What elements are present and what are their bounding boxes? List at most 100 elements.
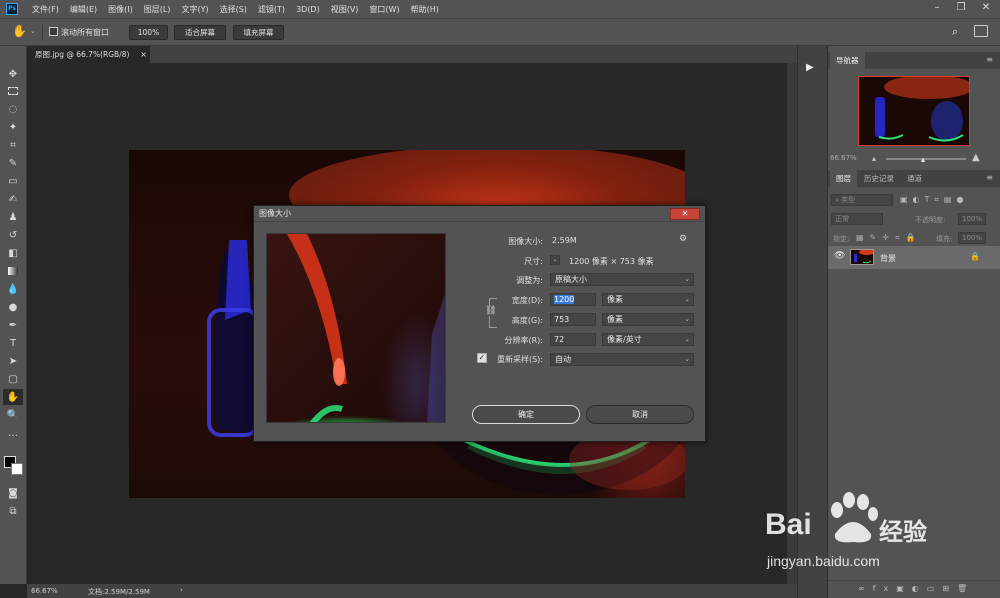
menu-3d[interactable]: 3D(D): [296, 5, 320, 14]
width-unit-select[interactable]: 像素 ⌄: [602, 293, 694, 306]
navigator-thumbnail[interactable]: [858, 75, 974, 146]
workspace-icon[interactable]: [974, 25, 988, 37]
menu-select[interactable]: 选择(S): [220, 4, 247, 15]
tab-navigator[interactable]: 导航器: [830, 52, 865, 69]
blur-tool-icon[interactable]: 💧: [3, 281, 23, 297]
layer-row[interactable]: 👁 背景 🔒: [828, 246, 1000, 269]
hand-tool-icon[interactable]: ✋: [3, 389, 23, 405]
layer-filter-select[interactable]: ⌕ 类型: [831, 194, 893, 206]
status-menu-arrow[interactable]: ›: [180, 586, 183, 594]
settings-gear-icon[interactable]: ⚙: [679, 234, 687, 244]
healing-brush-tool-icon[interactable]: ▭: [3, 173, 23, 189]
menu-image[interactable]: 图像(I): [108, 4, 133, 15]
menu-filter[interactable]: 滤镜(T): [258, 4, 285, 15]
resample-label: 重新采样(S):: [496, 355, 543, 364]
clone-stamp-tool-icon[interactable]: ♟: [3, 209, 23, 225]
cancel-button[interactable]: 取消: [586, 405, 694, 424]
close-tab-icon[interactable]: ×: [140, 46, 147, 63]
watermark-url: jingyan.baidu.com: [767, 553, 880, 569]
crop-tool-icon[interactable]: ⌗: [3, 137, 23, 153]
resolution-input[interactable]: 72: [550, 333, 596, 346]
scroll-all-windows-checkbox[interactable]: [49, 27, 58, 36]
fit-to-select[interactable]: 原稿大小 ⌄: [550, 273, 694, 286]
navigator-zoom[interactable]: 66.67%: [830, 154, 857, 162]
dialog-preview[interactable]: [266, 233, 446, 423]
zoom-out-icon[interactable]: ▴: [872, 154, 876, 163]
height-unit-select[interactable]: 像素 ⌄: [602, 313, 694, 326]
tab-channels[interactable]: 通道: [901, 170, 928, 187]
hand-tool-preset-icon[interactable]: ✋: [12, 24, 27, 38]
pen-tool-icon[interactable]: ✒: [3, 317, 23, 333]
navigator-zoom-slider[interactable]: [886, 158, 966, 160]
eraser-tool-icon[interactable]: ◧: [3, 245, 23, 261]
menu-view[interactable]: 视图(V): [331, 4, 359, 15]
minimize-icon[interactable]: –: [926, 0, 948, 18]
menu-window[interactable]: 窗口(W): [369, 4, 399, 15]
quick-mask-icon[interactable]: ◙: [3, 485, 23, 501]
lock-icons[interactable]: ▦✎✛⌗🔒: [856, 233, 921, 243]
magic-wand-tool-icon[interactable]: ✦: [3, 119, 23, 135]
menu-type[interactable]: 文字(Y): [181, 4, 208, 15]
opacity-field[interactable]: 100%: [958, 213, 986, 225]
dimensions-label: 尺寸:: [524, 257, 543, 266]
layer-name[interactable]: 背景: [880, 253, 896, 264]
blend-mode-select[interactable]: 正常: [831, 213, 883, 225]
fill-label: 填充:: [936, 235, 953, 243]
ok-button[interactable]: 确定: [472, 405, 580, 424]
brush-tool-icon[interactable]: ✍: [3, 191, 23, 207]
menu-edit[interactable]: 编辑(E): [70, 4, 97, 15]
menu-file[interactable]: 文件(F): [32, 4, 59, 15]
divider: [42, 25, 43, 41]
zoom-readout[interactable]: 66.67%: [31, 587, 58, 595]
visibility-eye-icon[interactable]: 👁: [834, 251, 845, 261]
play-icon[interactable]: ▶: [806, 62, 814, 73]
fill-screen-button[interactable]: 填充屏幕: [233, 25, 284, 40]
rectangle-tool-icon[interactable]: ▢: [3, 371, 23, 387]
zoom-tool-icon[interactable]: 🔍: [3, 407, 23, 423]
dimensions-unit-dropdown[interactable]: ⌄: [550, 255, 560, 265]
menu-layer[interactable]: 图层(L): [144, 4, 171, 15]
type-tool-icon[interactable]: T: [3, 335, 23, 351]
search-icon[interactable]: ⌕: [952, 25, 958, 39]
gradient-tool-icon[interactable]: [3, 263, 23, 279]
document-tab[interactable]: 原图.jpg @ 66.7%(RGB/8) ×: [27, 46, 150, 63]
opacity-label: 不透明度:: [915, 216, 946, 224]
panel-menu-icon[interactable]: ≡: [986, 55, 993, 64]
chevron-down-icon[interactable]: ⌄: [30, 27, 36, 35]
layer-filter-icons[interactable]: ▣◐T⌗▤●: [900, 195, 968, 205]
watermark-brand-left: Bai: [765, 508, 812, 541]
lasso-tool-icon[interactable]: ◌: [3, 101, 23, 117]
eyedropper-tool-icon[interactable]: ✎: [3, 155, 23, 171]
tab-layers[interactable]: 图层: [830, 170, 857, 187]
history-brush-tool-icon[interactable]: ↺: [3, 227, 23, 243]
dialog-close-button[interactable]: ✕: [670, 208, 700, 220]
dodge-tool-icon[interactable]: ●: [3, 299, 23, 315]
layers-menu-icon[interactable]: ≡: [986, 173, 993, 182]
tab-history[interactable]: 历史记录: [858, 170, 900, 187]
marquee-tool-icon[interactable]: [3, 83, 23, 99]
path-selection-tool-icon[interactable]: ➤: [3, 353, 23, 369]
resample-checkbox[interactable]: ✓: [477, 353, 487, 363]
zoom-in-icon[interactable]: ▲: [972, 152, 980, 163]
more-tools-icon[interactable]: …: [3, 425, 23, 441]
slider-thumb[interactable]: ▴: [921, 155, 925, 164]
width-input[interactable]: 1200: [550, 293, 596, 306]
resolution-unit-select[interactable]: 像素/英寸 ⌄: [602, 333, 694, 346]
image-size-value: 2.59M: [552, 236, 577, 245]
fit-screen-button[interactable]: 适合屏幕: [174, 25, 226, 40]
height-input[interactable]: 753: [550, 313, 596, 326]
close-window-icon[interactable]: ✕: [975, 0, 997, 18]
move-tool-icon[interactable]: ✥: [3, 66, 23, 82]
constrain-proportions-link-icon[interactable]: ⛓: [485, 306, 497, 316]
filter-type-label: 类型: [841, 196, 856, 204]
menu-help[interactable]: 帮助(H): [411, 4, 439, 15]
document-tab-title: 原图.jpg @ 66.7%(RGB/8): [35, 50, 130, 59]
zoom-100-button[interactable]: 100%: [129, 25, 168, 40]
background-color-swatch[interactable]: [11, 463, 23, 475]
image-size-label: 图像大小:: [508, 237, 543, 246]
resample-select[interactable]: 自动 ⌄: [550, 353, 694, 366]
layers-footer-icons[interactable]: ∞fx▣◐▭⊞🗑: [858, 584, 975, 593]
restore-icon[interactable]: ❐: [950, 0, 972, 18]
fill-field[interactable]: 100%: [958, 232, 986, 244]
screen-mode-icon[interactable]: ⧉: [3, 503, 23, 519]
